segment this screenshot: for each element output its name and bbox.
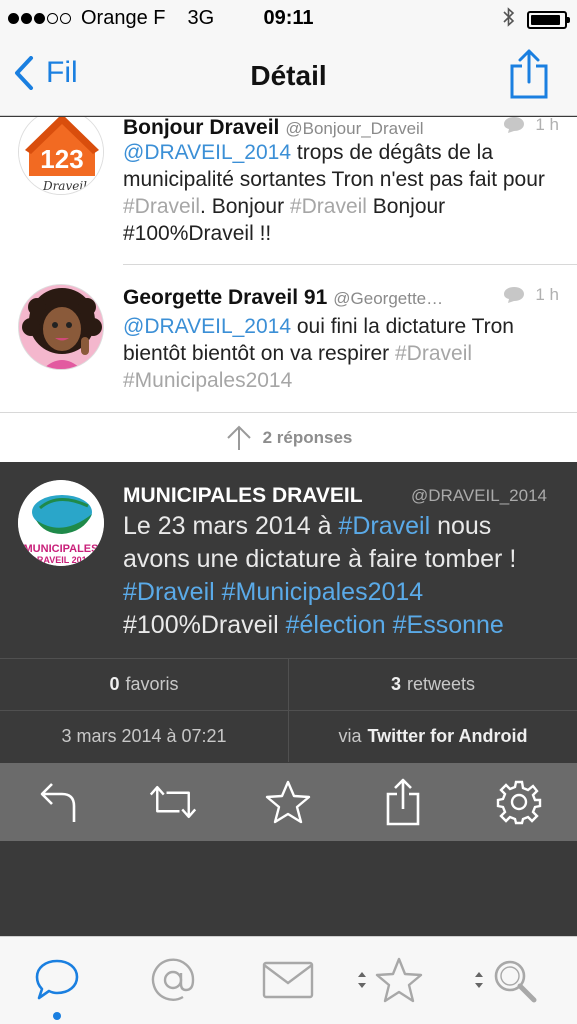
reply-header: Bonjour Draveil @Bonjour_Draveil 1 h [123,117,559,140]
text-segment: #100%Draveil [123,611,286,639]
tab-timeline[interactable] [34,955,80,1005]
reply-button[interactable] [33,777,83,827]
hashtag-link[interactable]: #Draveil [123,578,215,606]
active-tab-indicator [53,1012,61,1020]
hashtag-link[interactable]: #Municipales2014 [123,369,292,392]
star-icon [265,780,311,824]
arrow-up-icon [226,425,251,450]
client-info[interactable]: via Twitter for Android [288,711,577,762]
author-name: Bonjour Draveil [123,117,280,139]
client-name: Twitter for Android [367,726,528,746]
retweets-count: 3 [390,674,401,694]
retweets-count-button[interactable]: 3 retweets [288,659,577,710]
tweet-stats: 0 favoris 3 retweets 3 mars 2014 à 07:21… [0,658,577,763]
settings-button[interactable] [494,777,544,827]
time-label: 1 h [535,285,559,304]
hashtag-link[interactable]: #Municipales2014 [222,578,424,606]
sort-arrows-icon [358,972,366,988]
hashtag-link[interactable]: #Draveil [395,342,472,365]
avatar-text: MUNICIPALES [24,543,99,555]
sort-arrows-icon [475,972,483,988]
tab-bar [0,936,577,1024]
avatar[interactable]: MUNICIPALES DRAVEIL 2014 [18,480,104,566]
mention-link[interactable]: @DRAVEIL_2014 [123,141,291,164]
share-icon [386,778,420,826]
replies-count: 2 réponses [262,427,353,447]
favorites-count: 0 [109,674,120,694]
timestamp: 1 h [495,117,559,135]
page-title: Détail [250,60,327,91]
favorites-label: favoris [125,674,179,694]
timeline-icon [35,959,79,1000]
divider [123,264,577,265]
replies-list: 123 Draveil Bonjour Draveil @Bonjour_Dra… [0,117,577,462]
tweet-actions [0,763,577,841]
via-label: via [338,726,362,746]
hashtag-link[interactable]: #Draveil [338,512,430,540]
tweet-text: @DRAVEIL_2014 trops de dégâts de la muni… [123,139,561,247]
hashtag-link[interactable]: #Essonne [393,611,504,639]
author-handle: @Georgette… [333,289,444,308]
reply-header: Georgette Draveil 91 @Georgette… 1 h [123,285,559,310]
author-name: MUNICIPALES DRAVEIL [123,484,363,507]
clock: 09:11 [263,7,314,29]
author-name: Georgette Draveil 91 [123,286,328,309]
tweet-text: @DRAVEIL_2014 oui fini la dictature Tron… [123,313,561,394]
text-segment [386,611,393,639]
tab-mentions[interactable] [150,955,196,1005]
messages-icon [262,961,314,999]
timestamp: 1 h [495,285,559,305]
author-handle: @Bonjour_Draveil [285,119,424,138]
comment-icon [504,117,525,133]
mentions-icon [151,958,195,1001]
bluetooth-icon [503,7,515,33]
text-segment: Le 23 mars 2014 à [123,512,339,540]
hashtag-link[interactable]: #Draveil [290,195,367,218]
text-segment [215,578,222,606]
favorites-icon [375,957,423,1003]
share-tweet-button[interactable] [378,777,428,827]
retweets-label: retweets [406,674,476,694]
retweet-icon [149,785,197,819]
status-right [503,7,570,33]
main-tweet: MUNICIPALES DRAVEIL 2014 MUNICIPALES DRA… [0,462,577,658]
logo-script: Draveil [42,179,87,193]
settings-icon [496,780,542,825]
logo-number: 123 [40,144,83,174]
favorites-count-button[interactable]: 0 favoris [0,659,288,710]
empty-area [0,841,577,936]
avatar[interactable] [18,284,104,370]
share-icon [510,49,548,99]
status-bar: Orange F 3G 09:11 [0,0,577,38]
tab-messages[interactable] [262,955,314,1005]
mention-link[interactable]: @DRAVEIL_2014 [123,315,291,338]
time-label: 1 h [535,117,559,134]
tab-search[interactable] [473,955,537,1005]
tab-favorites[interactable] [356,955,424,1005]
share-button[interactable] [509,48,549,105]
reply-icon [40,783,76,822]
comment-icon [504,287,525,303]
hashtag-link[interactable]: #élection [286,611,386,639]
retweet-button[interactable] [148,777,198,827]
author-handle: @DRAVEIL_2014 [410,486,547,505]
navigation-bar: Fil Détail [0,38,577,116]
hashtag-link[interactable]: #Draveil [123,195,200,218]
show-replies-button[interactable]: 2 réponses [0,412,577,462]
avatar[interactable]: 123 Draveil [18,117,104,195]
favorite-button[interactable] [263,777,313,827]
meta-row: 3 mars 2014 à 07:21 via Twitter for Andr… [0,710,577,762]
battery-level [531,15,560,25]
tweet-text: Le 23 mars 2014 à #Draveil nous avons un… [123,510,559,642]
stats-row: 0 favoris 3 retweets [0,658,577,710]
search-icon [494,960,537,1003]
text-segment: . Bonjour [200,195,290,218]
avatar-text: DRAVEIL 2014 [30,555,91,565]
battery-icon [527,11,570,29]
tweet-date: 3 mars 2014 à 07:21 [61,726,227,746]
